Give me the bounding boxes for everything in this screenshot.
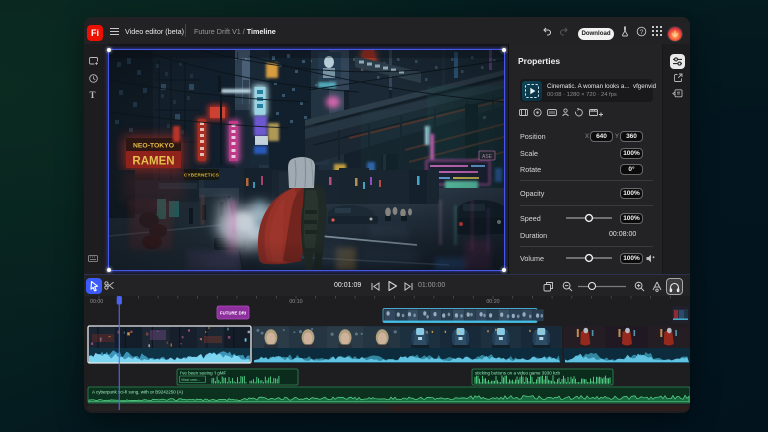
svg-text:Vfast cree...: Vfast cree... [181,378,200,382]
svg-text:A cyberpunk sci-fi song, with: A cyberpunk sci-fi song, with or B924225… [92,390,184,395]
svg-text:I've been seeing 'I gMF: I've been seeing 'I gMF [180,371,226,376]
svg-text:00:10: 00:10 [289,299,302,305]
svg-text:00:00: 00:00 [90,299,103,305]
svg-text:?: ? [640,29,644,36]
svg-text:sticking buttons on a video ga: sticking buttons on a video game 3930 kz… [475,371,561,376]
svg-text:FUTURE DRI: FUTURE DRI [220,311,246,316]
svg-text:00:20: 00:20 [486,299,499,305]
